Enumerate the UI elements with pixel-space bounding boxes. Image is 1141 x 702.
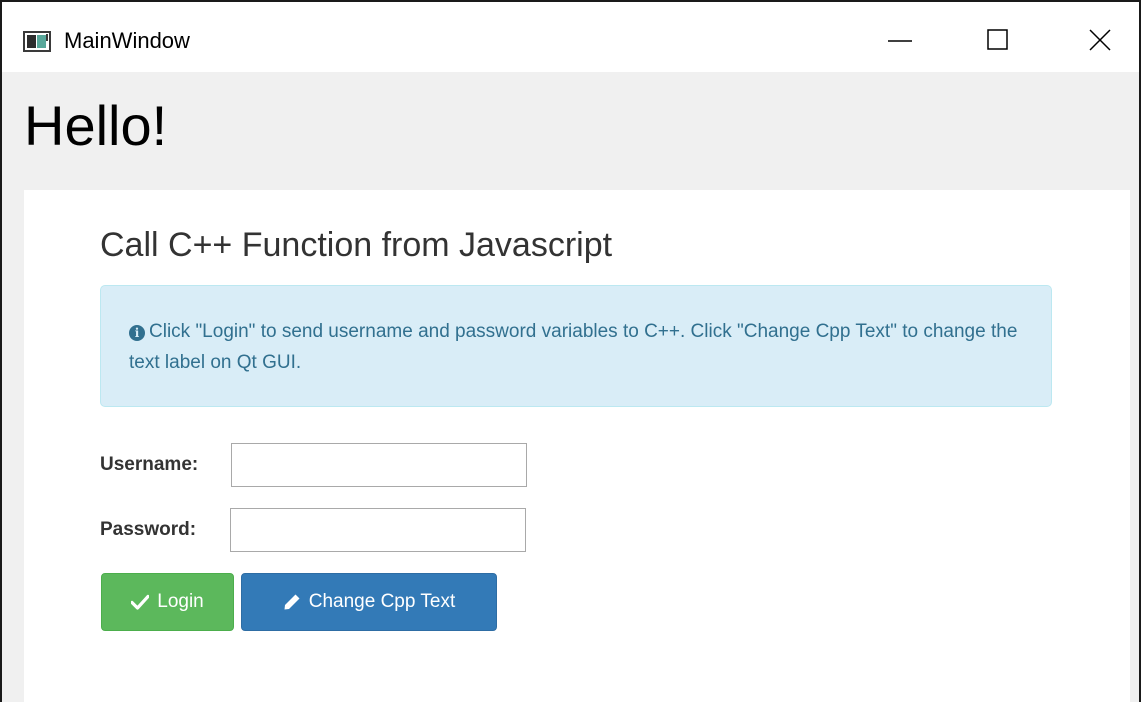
title-bar[interactable]: MainWindow (2, 2, 1139, 72)
login-button-label: Login (157, 591, 204, 612)
username-label: Username: (100, 454, 199, 475)
close-button[interactable] (1068, 16, 1128, 64)
app-icon (23, 31, 51, 52)
maximize-icon (987, 29, 1008, 50)
web-view: Call C++ Function from Javascript i Click… (24, 190, 1130, 702)
password-input[interactable] (230, 508, 526, 552)
password-label: Password: (100, 519, 197, 540)
alert-text: Click "Login" to send username and passw… (129, 321, 1018, 373)
page-heading: Call C++ Function from Javascript (100, 226, 613, 264)
minimize-icon (888, 40, 912, 42)
change-cpp-text-label: Change Cpp Text (308, 591, 456, 612)
login-button[interactable]: Login (101, 573, 234, 631)
hello-label: Hello! (24, 94, 168, 157)
window-title: MainWindow (64, 28, 190, 53)
central-widget: Hello! Call C++ Function from Javascript… (2, 72, 1139, 702)
username-input[interactable] (231, 443, 527, 487)
minimize-button[interactable] (870, 16, 930, 64)
main-window: MainWindow Hello! Call C++ Function from… (0, 0, 1141, 702)
check-icon (131, 594, 150, 610)
change-cpp-text-button[interactable]: Change Cpp Text (241, 573, 497, 631)
close-icon (1089, 29, 1111, 51)
maximize-button[interactable] (966, 16, 1026, 64)
info-alert: i Click "Login" to send username and pass… (100, 285, 1052, 407)
pencil-icon (284, 594, 300, 610)
info-circle-icon: i (129, 325, 145, 341)
